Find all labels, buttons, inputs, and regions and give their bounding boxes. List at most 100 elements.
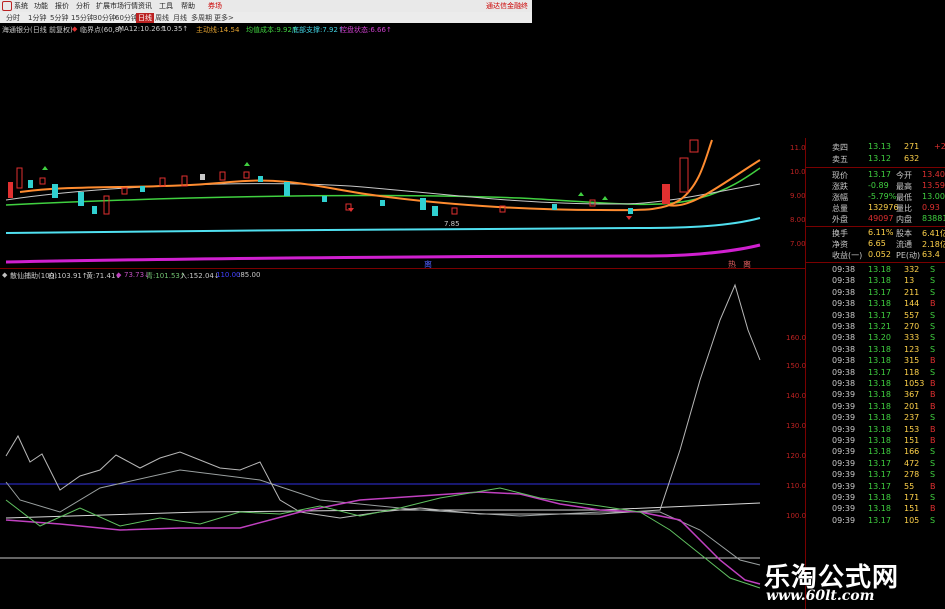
tick-side: S: [930, 447, 936, 457]
tick-volume: 333: [904, 333, 920, 343]
tick-row: 09:39 13.17 55 B: [806, 482, 945, 493]
tick-side: B: [930, 481, 936, 491]
tick-side: S: [930, 493, 936, 502]
tick-time: 09:39: [832, 515, 856, 525]
candle: [16, 167, 23, 189]
tick-price: 13.18: [868, 424, 891, 434]
candle: [322, 196, 327, 202]
tick-row: 09:38 13.17 211 S: [806, 288, 945, 299]
chart-canvas[interactable]: 7.85 离 热 离 11.00 10.00 9.00 8.00 7.00 16…: [0, 0, 806, 609]
tick-side: B: [930, 390, 936, 400]
tick-side: B: [930, 299, 936, 309]
ask-row-4[interactable]: 卖四 13.13 271 +20: [806, 142, 945, 153]
tick-row: 09:39 13.18 201 B: [806, 402, 945, 413]
up-arrow-icon: [244, 162, 250, 166]
tick-price: 13.18: [868, 344, 891, 354]
tick-volume: 332: [904, 265, 920, 274]
ask-row-5[interactable]: 卖五 13.12 632: [806, 154, 945, 165]
tick-side: B: [930, 356, 936, 366]
sub-indicator-chart: [0, 283, 761, 589]
tick-row: 09:38 13.18 13 S: [806, 276, 945, 287]
quote-panel: 卖四 13.13 271 +20 卖五 13.12 632 现价13.17 今开…: [806, 138, 945, 609]
tick-price: 13.18: [868, 379, 891, 388]
tick-row: 09:39 13.18 171 S: [806, 493, 945, 504]
price-axis-label: 11.00: [790, 144, 806, 152]
candle: [52, 184, 58, 198]
tick-side: S: [930, 322, 936, 331]
tick-price: 13.18: [868, 390, 891, 400]
candle: [662, 184, 670, 204]
tick-row: 09:39 13.17 278 S: [806, 470, 945, 481]
tick-volume: 367: [904, 390, 920, 400]
tick-row: 09:39 13.18 151 B: [806, 436, 945, 447]
tick-side: S: [930, 367, 936, 377]
tick-row: 09:38 13.18 144 B: [806, 299, 945, 310]
tick-volume: 201: [904, 401, 920, 411]
candle: [679, 157, 689, 193]
tick-row: 09:38 13.17 557 S: [806, 311, 945, 322]
candle: [258, 176, 263, 182]
green-osc-line: [5, 487, 761, 589]
tick-price: 13.18: [868, 401, 891, 411]
down-arrow-icon: [626, 216, 632, 220]
tick-volume: 105: [904, 515, 920, 525]
tick-side: B: [930, 379, 936, 388]
tick-volume: 166: [904, 447, 920, 457]
watermark-url: www.60lt.com: [766, 588, 875, 604]
sub-axis-label: 110.0: [786, 482, 806, 490]
tick-time: 09:38: [832, 379, 856, 388]
candles: [8, 139, 699, 216]
candle: [78, 192, 84, 206]
tick-price: 13.17: [868, 470, 891, 480]
sub-axis-label: 140.0: [786, 392, 806, 400]
tick-side: S: [930, 344, 936, 354]
tick-volume: 151: [904, 436, 920, 445]
tick-price: 13.18: [868, 447, 891, 457]
tick-volume: 270: [904, 322, 920, 331]
tick-side: S: [930, 515, 936, 525]
tick-price: 13.20: [868, 333, 891, 343]
tick-row: 09:38 13.21 270 S: [806, 322, 945, 333]
tick-row: 09:39 13.18 367 B: [806, 390, 945, 401]
peak-marker: 离: [424, 259, 432, 269]
main-price-chart: 7.85 离 热 离: [5, 139, 761, 269]
tick-row: 09:38 13.18 123 S: [806, 345, 945, 356]
tick-row: 09:38 13.18 332 S: [806, 265, 945, 276]
candle: [284, 182, 290, 196]
tick-side: S: [930, 333, 936, 343]
up-arrow-icon: [578, 192, 584, 196]
sub-axis: 160.0 150.0 140.0 130.0 120.0 110.0 100.…: [786, 334, 806, 520]
watermark: 乐淘公式网 www.60lt.com: [740, 555, 945, 609]
tick-volume: 123: [904, 344, 920, 354]
tick-time: 09:38: [832, 265, 856, 274]
magenta-control-line: [5, 243, 761, 264]
tick-side: S: [930, 276, 936, 286]
tick-price: 13.17: [868, 481, 891, 491]
candle: [28, 180, 33, 188]
candle: [628, 208, 633, 214]
tick-row: 09:39 13.18 151 B: [806, 504, 945, 515]
tick-time: 09:38: [832, 287, 856, 297]
stat-row-change: 涨跌 -0.89 最高 13.59: [832, 181, 945, 191]
tick-time: 09:38: [832, 276, 856, 286]
tick-side: S: [930, 458, 936, 468]
hot-marker: 热: [728, 259, 736, 269]
tick-time: 09:39: [832, 481, 856, 491]
tick-row: 09:39 13.18 153 B: [806, 425, 945, 436]
candle: [92, 206, 97, 214]
tick-volume: 153: [904, 424, 920, 434]
stat-row-eps: 收益(一) 0.052 PE(动) 63.4: [832, 250, 940, 260]
cyan-support-line: [5, 217, 761, 234]
candle: [420, 198, 426, 210]
sub-axis-label: 130.0: [786, 422, 806, 430]
tick-side: B: [930, 504, 936, 514]
tick-time: 09:39: [832, 401, 856, 411]
tick-side: B: [930, 436, 936, 445]
tick-volume: 315: [904, 356, 920, 366]
tick-volume: 211: [904, 287, 920, 297]
stat-row-netasset: 净资 6.65 流通 2.18亿: [832, 239, 945, 249]
tick-side: B: [930, 401, 936, 411]
left-marker: 离: [743, 259, 751, 269]
tick-row: 09:39 13.18 166 S: [806, 447, 945, 458]
tick-time: 09:38: [832, 344, 856, 354]
